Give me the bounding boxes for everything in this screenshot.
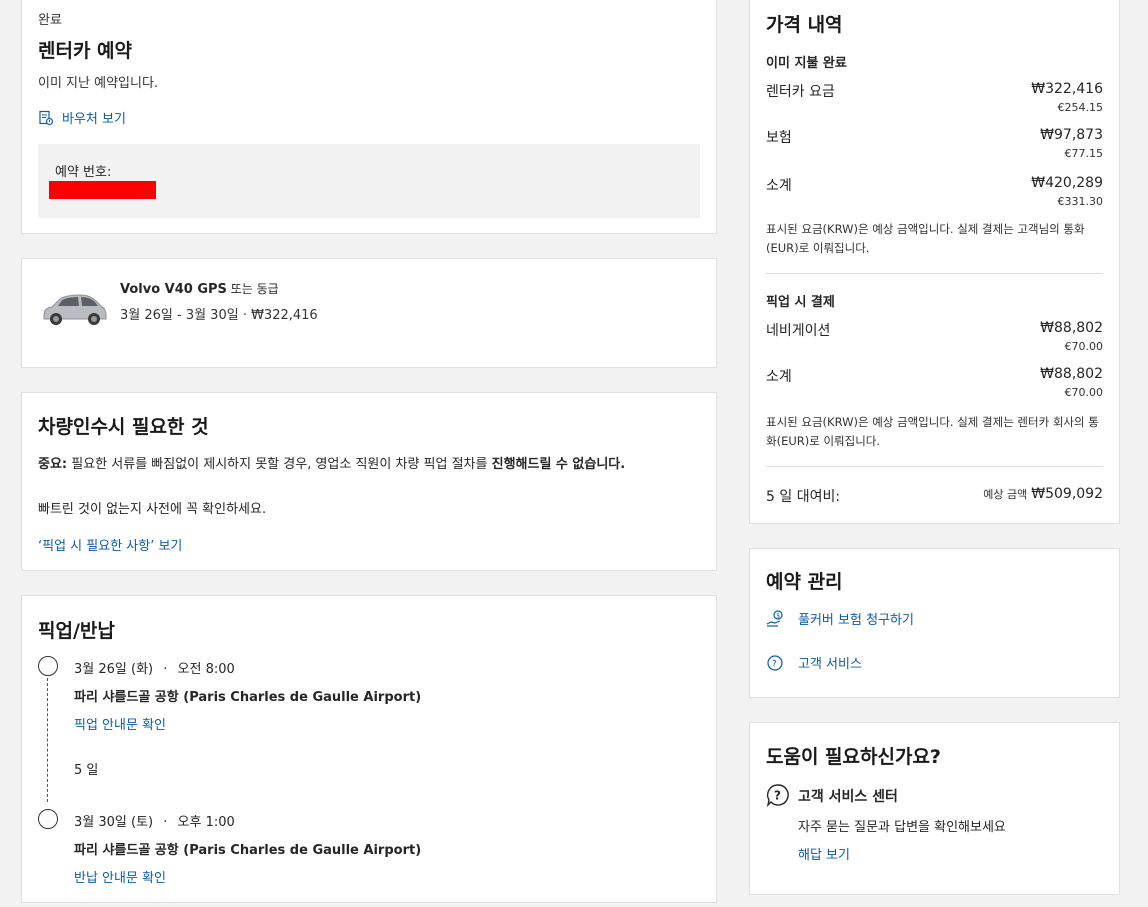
insurance-claim-label: 풀커버 보험 청구하기 [798, 613, 914, 628]
pickup-timeline-dot [38, 656, 58, 676]
price-row-eur: €70.00 [1064, 340, 1104, 353]
total-label: 5 일 대여비: [766, 489, 841, 505]
important-prefix: 중요: [38, 457, 68, 472]
price-row-eur: €254.15 [1057, 101, 1104, 114]
paid-heading: 이미 지불 완료 [766, 56, 847, 71]
insurance-claim-icon: $ [766, 609, 784, 628]
rental-duration: 5 일 [74, 763, 99, 778]
booking-card: 완료 렌터카 예약 이미 지난 예약입니다. 바우처 보기 예약 번호: [21, 0, 717, 234]
divider [766, 466, 1103, 467]
pickup-date: 3월 26일 (화) [74, 662, 154, 677]
help-center-title: 고객 서비스 센터 [798, 789, 898, 805]
return-sep: · [163, 815, 168, 830]
car-name: Volvo V40 GPS 또는 동급 [120, 280, 279, 297]
total-prefix: 예상 금액 [983, 488, 1028, 501]
svg-text:$: $ [776, 612, 780, 619]
help-center-desc: 자주 묻는 질문과 답변을 확인해보세요 [798, 820, 1006, 835]
return-location: 파리 샤를드골 공항 (Paris Charles de Gaulle Airp… [74, 839, 421, 858]
pickup-payment-heading: 픽업 시 결제 [766, 295, 835, 310]
price-row-label: 네비게이션 [766, 323, 831, 339]
return-date: 3월 30일 (토) [74, 815, 154, 830]
car-details: 3월 26일 - 3월 30일 · ₩322,416 [120, 308, 318, 323]
return-datetime: 3월 30일 (토) · 오후 1:00 [74, 811, 235, 830]
voucher-link-label: 바우처 보기 [62, 112, 126, 127]
help-card: 도움이 필요하신가요? ? 고객 서비스 센터 자주 묻는 질문과 답변을 확인… [749, 722, 1120, 895]
price-row: 소계 ₩420,289 €331.30 [766, 175, 1103, 211]
car-image [38, 289, 110, 329]
return-guide-link[interactable]: 반납 안내문 확인 [74, 867, 166, 886]
voucher-icon [38, 110, 54, 126]
pickup-guide-link[interactable]: 픽업 안내문 확인 [74, 714, 166, 733]
price-row-krw: ₩88,802 [1040, 366, 1103, 382]
price-row: 렌터카 요금 ₩322,416 €254.15 [766, 81, 1103, 117]
reference-label: 예약 번호: [55, 165, 112, 180]
paid-note: 표시된 요금(KRW)은 예상 금액입니다. 실제 결제는 고객님의 통화(EU… [766, 222, 1085, 255]
question-bubble-icon: ? [766, 783, 790, 808]
return-place-ko: 파리 샤를드골 공항 [74, 843, 179, 858]
price-row-eur: €70.00 [1064, 386, 1104, 399]
booking-status: 완료 [38, 13, 62, 28]
important-bold: 진행해드릴 수 없습니다 [491, 457, 621, 472]
pickup-place-ko: 파리 샤를드골 공항 [74, 690, 179, 705]
answers-link[interactable]: 해답 보기 [798, 844, 850, 863]
pickup-return-card: 픽업/반납 3월 26일 (화) · 오전 8:00 파리 샤를드골 공항 (P… [21, 595, 717, 903]
price-row-label: 소계 [766, 369, 792, 385]
booking-subtitle: 이미 지난 예약입니다. [38, 76, 159, 91]
price-row-label: 렌터카 요금 [766, 84, 835, 100]
price-row-krw: ₩322,416 [1031, 81, 1103, 97]
customer-service-label: 고객 서비스 [798, 657, 862, 672]
price-row-eur: €331.30 [1057, 195, 1104, 208]
price-row-krw: ₩88,802 [1040, 320, 1103, 336]
price-row-eur: €77.15 [1064, 147, 1104, 160]
price-row: 네비게이션 ₩88,802 €70.00 [766, 320, 1103, 356]
price-row-krw: ₩97,873 [1040, 127, 1103, 143]
pickup-place-en: (Paris Charles de Gaulle Airport) [178, 690, 422, 705]
manage-booking-card: 예약 관리 $ 풀커버 보험 청구하기 ? 고객 서비스 [749, 548, 1120, 698]
price-row-label: 소계 [766, 178, 792, 194]
total-amount: ₩509,092 [1031, 486, 1103, 502]
customer-service-link[interactable]: ? 고객 서비스 [766, 653, 862, 672]
svg-text:?: ? [772, 659, 777, 669]
reference-number-redacted [49, 181, 156, 199]
pickup-note: 표시된 요금(KRW)은 예상 금액입니다. 실제 결제는 렌터카 회사의 통화… [766, 415, 1099, 448]
car-model: Volvo V40 GPS [120, 282, 227, 297]
price-breakdown-card: 가격 내역 이미 지불 완료 렌터카 요금 ₩322,416 €254.15 보… [749, 0, 1120, 524]
total-amount-group: 예상 금액 ₩509,092 [983, 486, 1103, 502]
pickup-sep: · [163, 662, 168, 677]
return-time: 오후 1:00 [177, 815, 235, 830]
reference-box: 예약 번호: [38, 144, 700, 218]
car-card: Volvo V40 GPS 또는 동급 3월 26일 - 3월 30일 · ₩3… [21, 258, 717, 368]
price-title: 가격 내역 [766, 14, 843, 36]
pickup-return-title: 픽업/반납 [38, 620, 115, 642]
requirements-important: 중요: 필요한 서류를 빠짐없이 제시하지 못할 경우, 영업소 직원이 차량 … [38, 457, 626, 472]
timeline-line [47, 678, 48, 802]
return-place-en: (Paris Charles de Gaulle Airport) [178, 843, 422, 858]
pickup-datetime: 3월 26일 (화) · 오전 8:00 [74, 658, 235, 677]
customer-service-icon: ? [766, 654, 784, 672]
voucher-link[interactable]: 바우처 보기 [38, 108, 126, 127]
booking-title: 렌터카 예약 [38, 40, 133, 62]
requirements-link[interactable]: ‘픽업 시 필요한 사항’ 보기 [38, 535, 182, 554]
requirements-title: 차량인수시 필요한 것 [38, 416, 209, 438]
car-name-suffix: 또는 동급 [226, 282, 279, 296]
svg-text:?: ? [774, 789, 781, 803]
requirements-line2: 빠트린 것이 없는지 사전에 꼭 확인하세요. [38, 502, 267, 517]
price-row-label: 보험 [766, 130, 792, 146]
pickup-requirements-card: 차량인수시 필요한 것 중요: 필요한 서류를 빠짐없이 제시하지 못할 경우,… [21, 392, 717, 571]
return-timeline-dot [38, 809, 58, 829]
pickup-location: 파리 샤를드골 공항 (Paris Charles de Gaulle Airp… [74, 686, 421, 705]
important-text: 필요한 서류를 빠짐없이 제시하지 못할 경우, 영업소 직원이 차량 픽업 절… [67, 457, 492, 472]
pickup-time: 오전 8:00 [177, 662, 235, 677]
price-row: 소계 ₩88,802 €70.00 [766, 366, 1103, 402]
help-title: 도움이 필요하신가요? [766, 746, 941, 768]
divider [766, 273, 1103, 274]
manage-title: 예약 관리 [766, 571, 843, 593]
price-row-krw: ₩420,289 [1031, 175, 1103, 191]
price-row: 보험 ₩97,873 €77.15 [766, 127, 1103, 163]
insurance-claim-link[interactable]: $ 풀커버 보험 청구하기 [766, 609, 914, 628]
